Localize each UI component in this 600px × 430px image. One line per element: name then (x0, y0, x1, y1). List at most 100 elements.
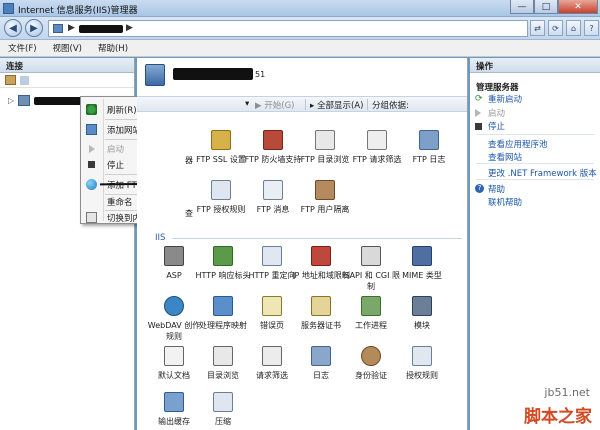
ftp-filter-icon (367, 130, 387, 150)
auth-icon (361, 346, 381, 366)
feature-ftp-messages[interactable]: FTP 消息 (244, 180, 302, 238)
ftp-firewall-icon (263, 130, 283, 150)
authz-icon (412, 346, 432, 366)
server-name-suffix: 51 (255, 70, 266, 79)
feature-ftp-authorization[interactable]: FTP 授权规则 (192, 180, 250, 238)
action-view-sites[interactable]: 查看网站 (488, 151, 522, 163)
address-bar[interactable]: ▶ ▶ (48, 20, 528, 37)
feature-authentication[interactable]: 身份验证 (342, 346, 400, 404)
menu-view[interactable]: 视图(V) (53, 42, 82, 54)
menu-file[interactable]: 文件(F) (8, 42, 37, 54)
help-icon[interactable]: ? (584, 20, 599, 36)
ftp-site-icon (86, 179, 97, 190)
actions-separator (476, 179, 594, 180)
add-site-icon (86, 124, 97, 135)
breadcrumb-separator[interactable]: ▶ (126, 23, 133, 33)
manage-server-title: 管理服务器 (476, 83, 519, 93)
ftp-auth-icon (211, 180, 231, 200)
http-header-icon (213, 246, 233, 266)
action-stop[interactable]: 停止 (488, 120, 505, 132)
iis-section-divider (172, 238, 462, 239)
title-bar: Internet 信息服务(IIS)管理器 — □ ✕ (0, 0, 600, 17)
mime-icon (412, 246, 432, 266)
address-row: ◀ ▶ ▶ ▶ ⇄ ⟳ ⌂ ? (0, 17, 600, 40)
server-icon (18, 95, 30, 106)
action-online-help[interactable]: 联机帮助 (488, 196, 522, 208)
maximize-button[interactable]: □ (534, 0, 558, 14)
iis-section-label: IIS (155, 233, 166, 243)
forward-button[interactable]: ▶ (25, 19, 43, 37)
server-icon (145, 64, 165, 86)
module-icon (412, 296, 432, 316)
tree-expand-icon[interactable]: ▷ (8, 96, 14, 105)
connections-header: 连接 (0, 58, 134, 73)
worker-icon (361, 296, 381, 316)
menu-bar: 文件(F) 视图(V) 帮助(H) (0, 40, 600, 57)
stop-icon (88, 161, 95, 168)
ftp-msg-icon (263, 180, 283, 200)
features-panel: 51 ▾ ▶ 开始(G) ▸ 全部显示(A) 分组依据: 器 查 FTP SSL… (137, 58, 468, 430)
restart-icon: ⟳ (475, 94, 483, 104)
actions-separator (476, 134, 594, 135)
action-help[interactable]: 帮助 (488, 183, 505, 195)
ip-restrict-icon (311, 246, 331, 266)
refresh-icon (86, 104, 97, 115)
ftp-dir-icon (315, 130, 335, 150)
filter-bar: ▾ ▶ 开始(G) ▸ 全部显示(A) 分组依据: (137, 96, 467, 112)
feature-compression[interactable]: 压缩 (194, 392, 252, 430)
output-cache-icon (164, 392, 184, 412)
action-view-app-pools[interactable]: 查看应用程序池 (488, 138, 548, 150)
compress-icon (213, 392, 233, 412)
dir-browse-icon (213, 346, 233, 366)
show-all-button[interactable]: ▸ 全部显示(A) (310, 99, 363, 111)
filter-separator (367, 99, 368, 110)
iis-app-icon (3, 3, 14, 14)
feature-authorization-rules[interactable]: 授权规则 (393, 346, 451, 404)
save-connections-icon[interactable] (20, 76, 29, 85)
home-icon[interactable]: ⌂ (566, 20, 581, 36)
start-icon (89, 145, 95, 153)
start-icon (475, 109, 481, 117)
handler-icon (213, 296, 233, 316)
ftp-iso-icon (315, 180, 335, 200)
create-connection-icon[interactable] (5, 75, 16, 85)
http-redirect-icon (262, 246, 282, 266)
cert-icon (311, 296, 331, 316)
actions-header: 操作 (470, 58, 600, 73)
menu-help[interactable]: 帮助(H) (98, 42, 128, 54)
minimize-button[interactable]: — (510, 0, 534, 14)
feature-ftp-log[interactable]: FTP 日志 (400, 130, 458, 188)
address-tools: ⇄ ⟳ ⌂ ? (530, 20, 599, 36)
close-button[interactable]: ✕ (558, 0, 598, 14)
features-header: 51 (137, 58, 467, 92)
feature-ftp-user-isolation[interactable]: FTP 用户隔离 (296, 180, 354, 238)
window-title: Internet 信息服务(IIS)管理器 (18, 6, 138, 16)
group-by-label: 分组依据: (372, 101, 409, 111)
isapi-icon (361, 246, 381, 266)
action-change-net-version[interactable]: 更改 .NET Framework 版本 (488, 167, 597, 179)
filter-dropdown-icon[interactable]: ▾ (245, 99, 249, 109)
connect-icon[interactable]: ⇄ (530, 20, 545, 36)
webdav-icon (164, 296, 184, 316)
actions-panel: 操作 管理服务器 ⟳ 重新启动 启动 停止 查看应用程序池 查看网站 更改 .N… (470, 58, 600, 430)
breadcrumb-separator[interactable]: ▶ (68, 23, 75, 33)
stop-icon (475, 123, 482, 130)
ftp-ssl-icon (211, 130, 231, 150)
req-filter-icon (262, 346, 282, 366)
window-controls: — □ ✕ (510, 0, 598, 15)
watermark-brand: 脚本之家 (524, 407, 592, 427)
connections-toolbar (0, 73, 134, 88)
start-filter-button[interactable]: ▶ 开始(G) (255, 99, 294, 111)
default-doc-icon (164, 346, 184, 366)
error-page-icon (262, 296, 282, 316)
refresh-icon[interactable]: ⟳ (548, 20, 563, 36)
back-button[interactable]: ◀ (4, 19, 22, 37)
filter-separator (305, 99, 306, 110)
help-icon: ? (475, 184, 484, 193)
feature-ftp-request-filter[interactable]: FTP 请求筛选 (348, 130, 406, 188)
action-restart[interactable]: 重新启动 (488, 93, 522, 105)
action-start: 启动 (488, 109, 506, 119)
address-server-icon (53, 24, 63, 33)
content-view-icon (86, 212, 97, 223)
asp-icon (164, 246, 184, 266)
